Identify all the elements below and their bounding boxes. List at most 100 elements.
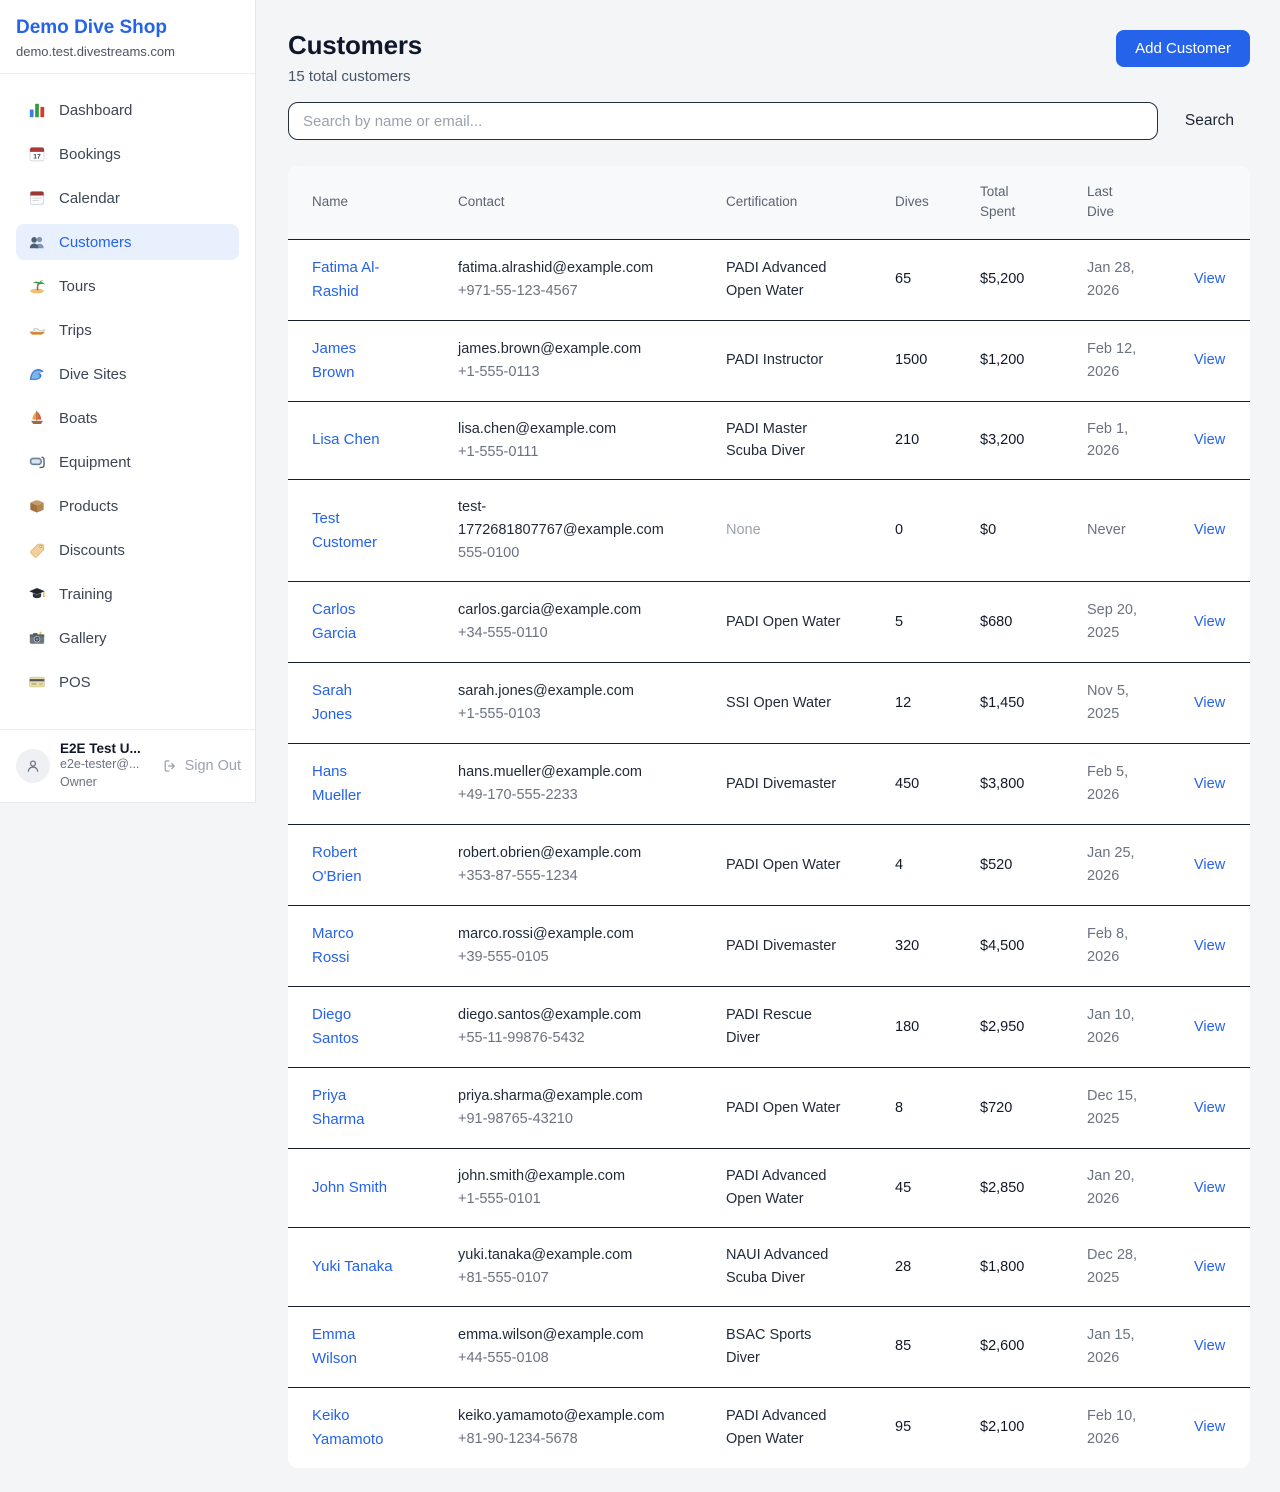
customer-name-link[interactable]: John Smith [312, 1176, 387, 1200]
add-customer-button[interactable]: Add Customer [1116, 30, 1250, 67]
sidebar-item-pos[interactable]: POS [16, 664, 239, 700]
view-customer-link[interactable]: View [1194, 857, 1225, 873]
customer-certification: PADI Open Water [726, 857, 840, 873]
table-row: Test Customer test-1772681807767@example… [288, 480, 1250, 581]
view-customer-link[interactable]: View [1194, 522, 1225, 538]
customer-dives: 4 [879, 824, 964, 905]
sidebar-item-tours[interactable]: Tours [16, 268, 239, 304]
sidebar-item-label: Products [59, 498, 118, 515]
customer-name-link[interactable]: Yuki Tanaka [312, 1255, 393, 1279]
customer-total-spent: $520 [964, 824, 1071, 905]
view-customer-link[interactable]: View [1194, 352, 1225, 368]
person-icon [24, 757, 42, 775]
customer-email: marco.rossi@example.com [458, 923, 662, 945]
sidebar-item-label: Bookings [59, 146, 121, 163]
customer-dives: 45 [879, 1148, 964, 1227]
customer-name-link[interactable]: James Brown [312, 337, 395, 385]
sidebar-item-dashboard[interactable]: Dashboard [16, 92, 239, 128]
view-customer-link[interactable]: View [1194, 271, 1225, 287]
sidebar-nav: Dashboard 17 Bookings Calendar Customers… [0, 74, 255, 729]
wave-icon [28, 365, 46, 383]
user-name: E2E Test U... [60, 741, 141, 756]
sidebar-item-dive-sites[interactable]: Dive Sites [16, 356, 239, 392]
sidebar-item-label: Training [59, 586, 113, 603]
sidebar-item-label: Dive Sites [59, 366, 127, 383]
table-row: Keiko Yamamoto keiko.yamamoto@example.co… [288, 1387, 1250, 1468]
customer-name-link[interactable]: Sarah Jones [312, 679, 395, 727]
customer-name-link[interactable]: Priya Sharma [312, 1084, 395, 1132]
view-customer-link[interactable]: View [1194, 1100, 1225, 1116]
customer-last-dive: Feb 10, 2026 [1071, 1387, 1166, 1468]
sidebar-item-customers[interactable]: Customers [16, 224, 239, 260]
diving-mask-icon [28, 453, 46, 471]
customer-phone: +1-555-0111 [458, 441, 662, 463]
customer-total-spent: $5,200 [964, 239, 1071, 320]
page-title: Customers [288, 30, 422, 61]
sign-out-label: Sign Out [185, 758, 241, 774]
sidebar: Demo Dive Shop demo.test.divestreams.com… [0, 0, 256, 803]
sidebar-item-trips[interactable]: Trips [16, 312, 239, 348]
sidebar-item-bookings[interactable]: 17 Bookings [16, 136, 239, 172]
search-button[interactable]: Search [1185, 112, 1234, 130]
view-customer-link[interactable]: View [1194, 1259, 1225, 1275]
customer-name-link[interactable]: Marco Rossi [312, 922, 395, 970]
customer-certification: PADI Instructor [726, 352, 823, 368]
package-icon [28, 497, 46, 515]
brand: Demo Dive Shop demo.test.divestreams.com [0, 0, 255, 74]
sailboat-icon [28, 409, 46, 427]
table-row: Yuki Tanaka yuki.tanaka@example.com +81-… [288, 1227, 1250, 1306]
view-customer-link[interactable]: View [1194, 938, 1225, 954]
main-content: Customers 15 total customers Add Custome… [256, 0, 1280, 1492]
shop-domain: demo.test.divestreams.com [16, 44, 239, 59]
shop-name: Demo Dive Shop [16, 17, 239, 39]
sidebar-item-label: Calendar [59, 190, 120, 207]
sidebar-item-equipment[interactable]: Equipment [16, 444, 239, 480]
col-certification: Certification [710, 166, 879, 239]
customer-name-link[interactable]: Diego Santos [312, 1003, 395, 1051]
customers-table-card: Name Contact Certification Dives Total S… [288, 166, 1250, 1468]
table-row: James Brown james.brown@example.com +1-5… [288, 320, 1250, 401]
customer-email: fatima.alrashid@example.com [458, 257, 662, 279]
customer-name-link[interactable]: Keiko Yamamoto [312, 1404, 395, 1452]
customer-name-link[interactable]: Fatima Al-Rashid [312, 256, 395, 304]
search-input[interactable] [288, 102, 1158, 140]
customer-name-link[interactable]: Emma Wilson [312, 1323, 395, 1371]
sidebar-item-discounts[interactable]: Discounts [16, 532, 239, 568]
view-customer-link[interactable]: View [1194, 1419, 1225, 1435]
sidebar-item-boats[interactable]: Boats [16, 400, 239, 436]
customer-name-link[interactable]: Carlos Garcia [312, 598, 395, 646]
customer-certification: PADI Rescue Diver [726, 1007, 812, 1045]
customer-certification: None [726, 522, 761, 538]
customer-phone: +1-555-0103 [458, 703, 662, 725]
sidebar-item-training[interactable]: Training [16, 576, 239, 612]
view-customer-link[interactable]: View [1194, 695, 1225, 711]
customer-email: james.brown@example.com [458, 338, 662, 360]
people-icon [28, 233, 46, 251]
sidebar-item-gallery[interactable]: Gallery [16, 620, 239, 656]
view-customer-link[interactable]: View [1194, 776, 1225, 792]
customer-dives: 1500 [879, 320, 964, 401]
col-dives: Dives [879, 166, 964, 239]
view-customer-link[interactable]: View [1194, 1338, 1225, 1354]
view-customer-link[interactable]: View [1194, 614, 1225, 630]
view-customer-link[interactable]: View [1194, 1019, 1225, 1035]
sidebar-item-calendar[interactable]: Calendar [16, 180, 239, 216]
sign-out-button[interactable]: Sign Out [162, 758, 241, 774]
customer-email: yuki.tanaka@example.com [458, 1244, 662, 1266]
customer-last-dive: Feb 5, 2026 [1071, 743, 1166, 824]
customer-name-link[interactable]: Lisa Chen [312, 428, 380, 452]
customer-name-link[interactable]: Robert O'Brien [312, 841, 395, 889]
view-customer-link[interactable]: View [1194, 1180, 1225, 1196]
customer-phone: +91-98765-43210 [458, 1108, 662, 1130]
sidebar-item-label: Discounts [59, 542, 125, 559]
customer-total-spent: $1,800 [964, 1227, 1071, 1306]
customer-phone: +49-170-555-2233 [458, 784, 662, 806]
sidebar-item-products[interactable]: Products [16, 488, 239, 524]
customer-last-dive: Dec 15, 2025 [1071, 1067, 1166, 1148]
customer-name-link[interactable]: Hans Mueller [312, 760, 395, 808]
customer-dives: 28 [879, 1227, 964, 1306]
view-customer-link[interactable]: View [1194, 432, 1225, 448]
customer-name-link[interactable]: Test Customer [312, 507, 395, 555]
customer-total-spent: $720 [964, 1067, 1071, 1148]
customer-phone: +1-555-0113 [458, 361, 662, 383]
